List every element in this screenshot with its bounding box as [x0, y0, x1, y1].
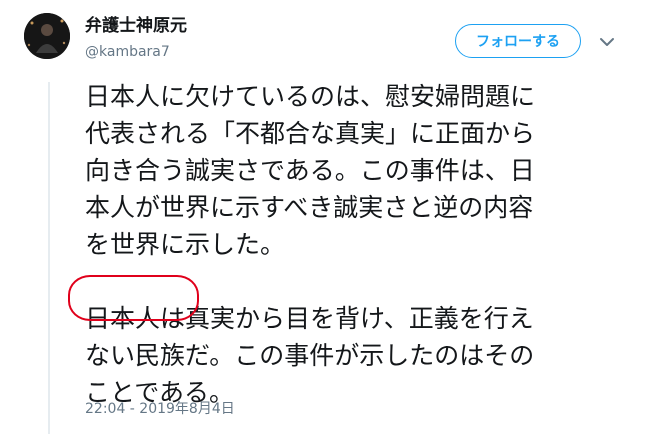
tweet-timestamp[interactable]: 22:04 - 2019年8月4日	[85, 400, 235, 418]
user-handle[interactable]: @kambara7	[85, 43, 170, 61]
avatar-image	[24, 13, 70, 59]
thread-line	[48, 82, 50, 434]
tweet-line: 日本人に欠けているのは、慰安婦問題に	[85, 82, 536, 111]
avatar[interactable]	[24, 13, 70, 59]
display-name[interactable]: 弁護士神原元	[85, 16, 187, 36]
chevron-down-icon[interactable]	[597, 34, 617, 50]
tweet-paragraph-2: 日本人は真実から目を背け、正義を行え ない民族だ。この事件が示したのはその こと…	[85, 300, 625, 411]
follow-button[interactable]: フォローする	[455, 24, 581, 58]
tweet-line: 代表される「不都合な真実」に正面から	[85, 119, 536, 148]
tweet-line: ない民族だ。この事件が示したのはその	[85, 341, 535, 370]
highlighted-phrase: 日本人は	[85, 304, 186, 333]
tweet-line: 本人が世界に示すべき誠実さと逆の内容	[85, 193, 534, 222]
tweet-paragraph-1: 日本人に欠けているのは、慰安婦問題に 代表される「不都合な真実」に正面から 向き…	[85, 78, 625, 263]
tweet-line: を世界に示した。	[85, 230, 286, 259]
tweet-line: 真実から目を背け、正義を行え	[185, 304, 534, 333]
tweet-text: 日本人に欠けているのは、慰安婦問題に 代表される「不都合な真実」に正面から 向き…	[85, 78, 625, 411]
tweet-line: 向き合う誠実さである。この事件は、日	[85, 156, 535, 185]
